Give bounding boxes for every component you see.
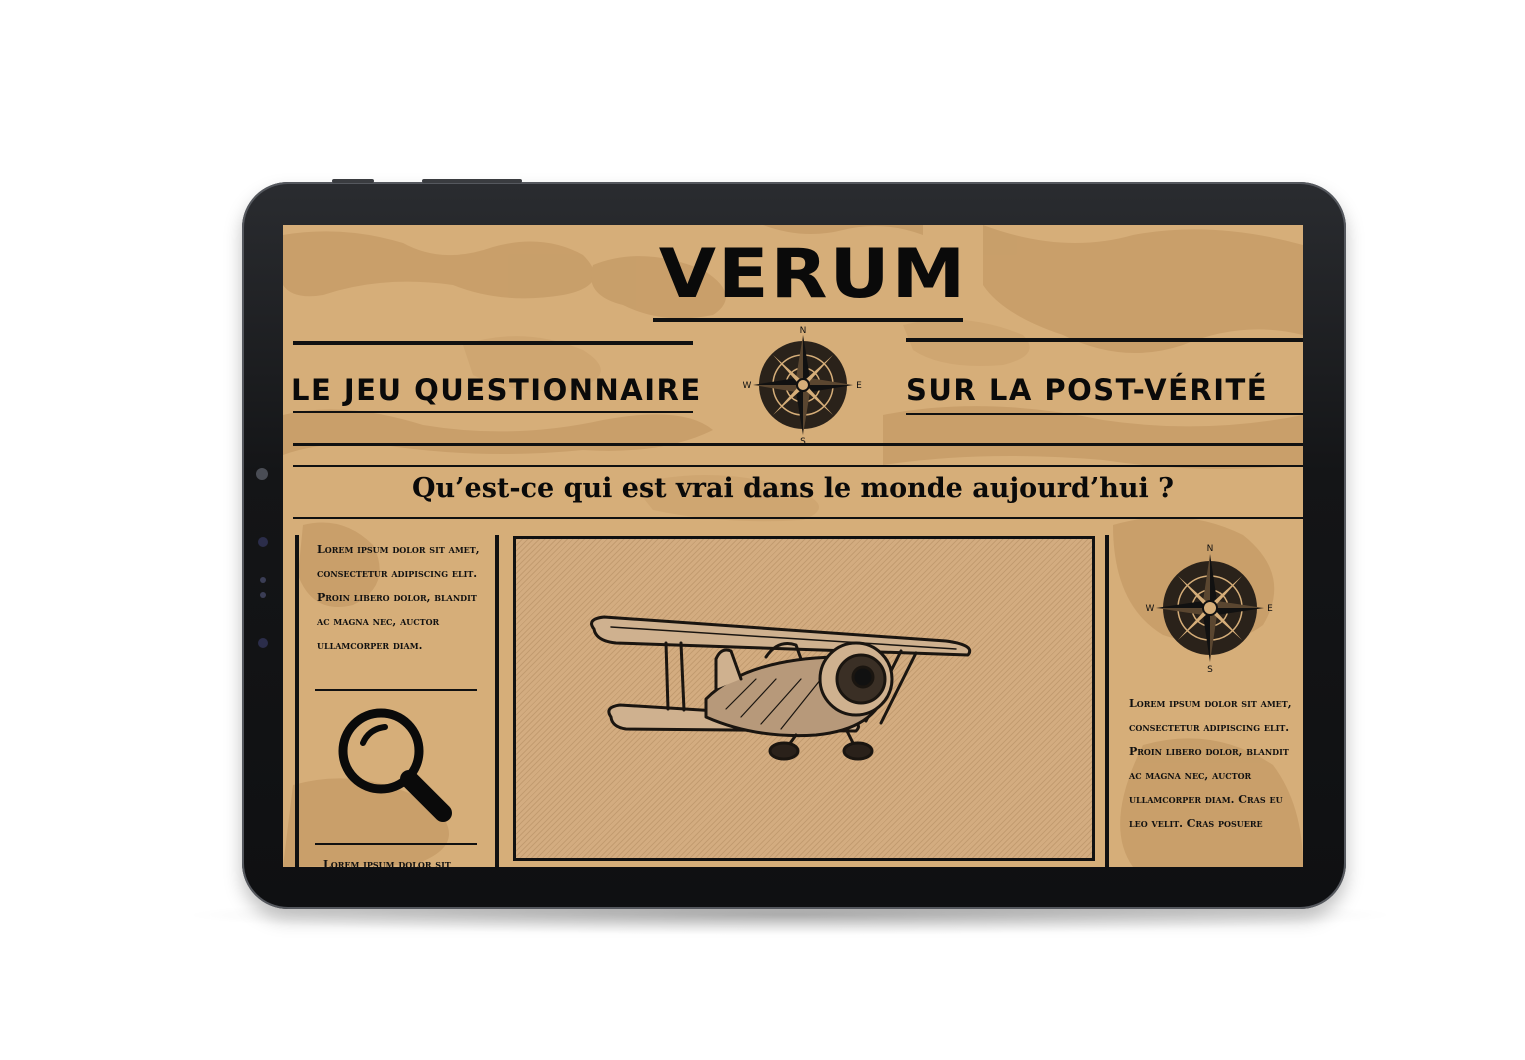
compass-label-w: W: [1146, 604, 1155, 614]
left-column-rule: [315, 843, 477, 845]
compass-icon: N E S W: [743, 325, 863, 449]
banner-left-text: LE JEU QUESTIONNAIRE: [291, 373, 702, 407]
left-column-border: [295, 535, 299, 867]
compass-label-n: N: [800, 326, 807, 336]
compass-label-w: W: [743, 381, 752, 391]
rule-right-top: [906, 338, 1303, 342]
compass-icon: N E S W: [1145, 543, 1275, 677]
compass-label-e: E: [856, 381, 862, 391]
compass-label-n: N: [1207, 544, 1214, 554]
rule-above-question: [293, 443, 1303, 446]
left-column-paragraph: Lorem ipsum dolor sit amet, consectetur …: [317, 543, 480, 652]
magnifier-icon: [333, 703, 463, 837]
sensor-dot: [258, 537, 268, 547]
right-column-divider: [1105, 535, 1109, 867]
tablet-device: VERUM LE JEU QUESTIONNAIRE SUR LA POST-V…: [242, 179, 1346, 909]
front-camera: [256, 468, 268, 480]
left-column-divider: [495, 535, 499, 867]
headline-question: Qu’est-ce qui est vrai dans le monde auj…: [412, 473, 1174, 504]
left-column-rule: [315, 689, 477, 691]
tablet-screen: VERUM LE JEU QUESTIONNAIRE SUR LA POST-V…: [283, 225, 1303, 867]
sensor-dot: [258, 638, 268, 648]
biplane-illustration: [513, 536, 1095, 861]
masthead-underline: [653, 318, 963, 322]
sensor-dot: [260, 592, 266, 598]
compass-label-e: E: [1267, 604, 1273, 614]
rule-left-top: [293, 341, 693, 345]
right-column-paragraph: Lorem ipsum dolor sit amet, consectetur …: [1129, 697, 1292, 830]
rule-question-top: [293, 465, 1303, 467]
banner-right-text: SUR LA POST-VÉRITÉ: [906, 373, 1269, 407]
power-button: [422, 179, 522, 183]
rule-question-bottom: [293, 517, 1303, 519]
volume-button: [332, 179, 374, 183]
rule-right-underline: [906, 413, 1303, 415]
product-mockup: VERUM LE JEU QUESTIONNAIRE SUR LA POST-V…: [0, 0, 1525, 1060]
left-column-paragraph-2: Lorem ipsum dolor sit: [323, 858, 451, 867]
rule-left-underline: [293, 411, 693, 413]
sensor-dot: [260, 577, 266, 583]
masthead-title: VERUM: [658, 234, 968, 314]
compass-label-s: S: [1207, 665, 1213, 673]
